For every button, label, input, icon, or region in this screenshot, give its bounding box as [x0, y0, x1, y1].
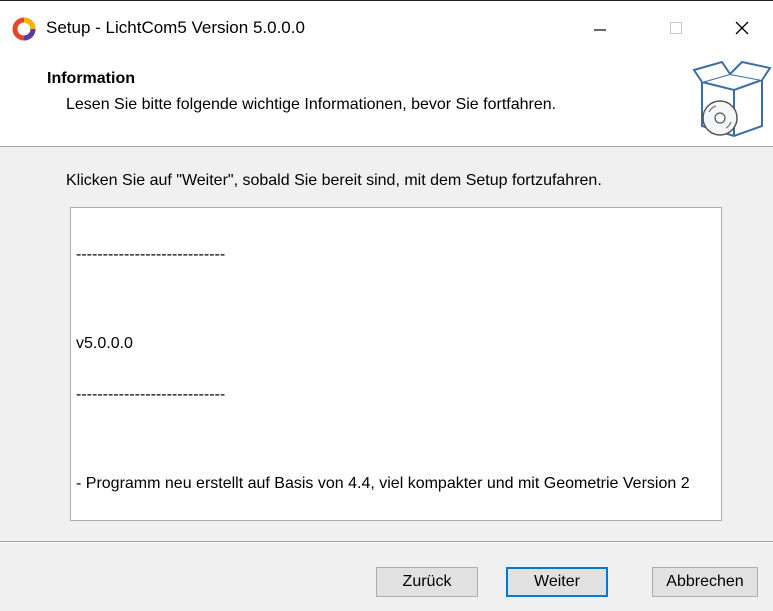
memo-line: - Programm neu erstellt auf Basis von 4.… [76, 475, 690, 492]
title-bar[interactable]: Setup - LichtCom5 Version 5.0.0.0 [0, 0, 773, 53]
next-button[interactable]: Weiter [506, 567, 608, 597]
minimize-icon [594, 29, 606, 31]
footer-divider [0, 541, 773, 543]
info-memo[interactable]: ---------------------------- v5.0.0.0 --… [70, 207, 722, 521]
setup-box-cd-icon [692, 60, 772, 138]
instruction-text: Klicken Sie auf "Weiter", sobald Sie ber… [66, 172, 602, 189]
memo-line: ---------------------------- [76, 386, 226, 403]
window-title: Setup - LichtCom5 Version 5.0.0.0 [46, 18, 305, 37]
close-icon [735, 21, 749, 35]
maximize-icon [670, 22, 682, 34]
app-icon [12, 17, 36, 41]
maximize-button[interactable] [652, 7, 700, 49]
page-title: Information [47, 70, 135, 87]
minimize-button[interactable] [576, 7, 624, 49]
cancel-button[interactable]: Abbrechen [652, 567, 758, 597]
memo-line: ---------------------------- [76, 246, 226, 263]
wizard-header: Information Lesen Sie bitte folgende wic… [0, 52, 773, 147]
back-button[interactable]: Zurück [376, 567, 478, 597]
memo-line: v5.0.0.0 [76, 335, 133, 352]
page-subtitle: Lesen Sie bitte folgende wichtige Inform… [66, 96, 557, 113]
close-button[interactable] [718, 7, 766, 49]
